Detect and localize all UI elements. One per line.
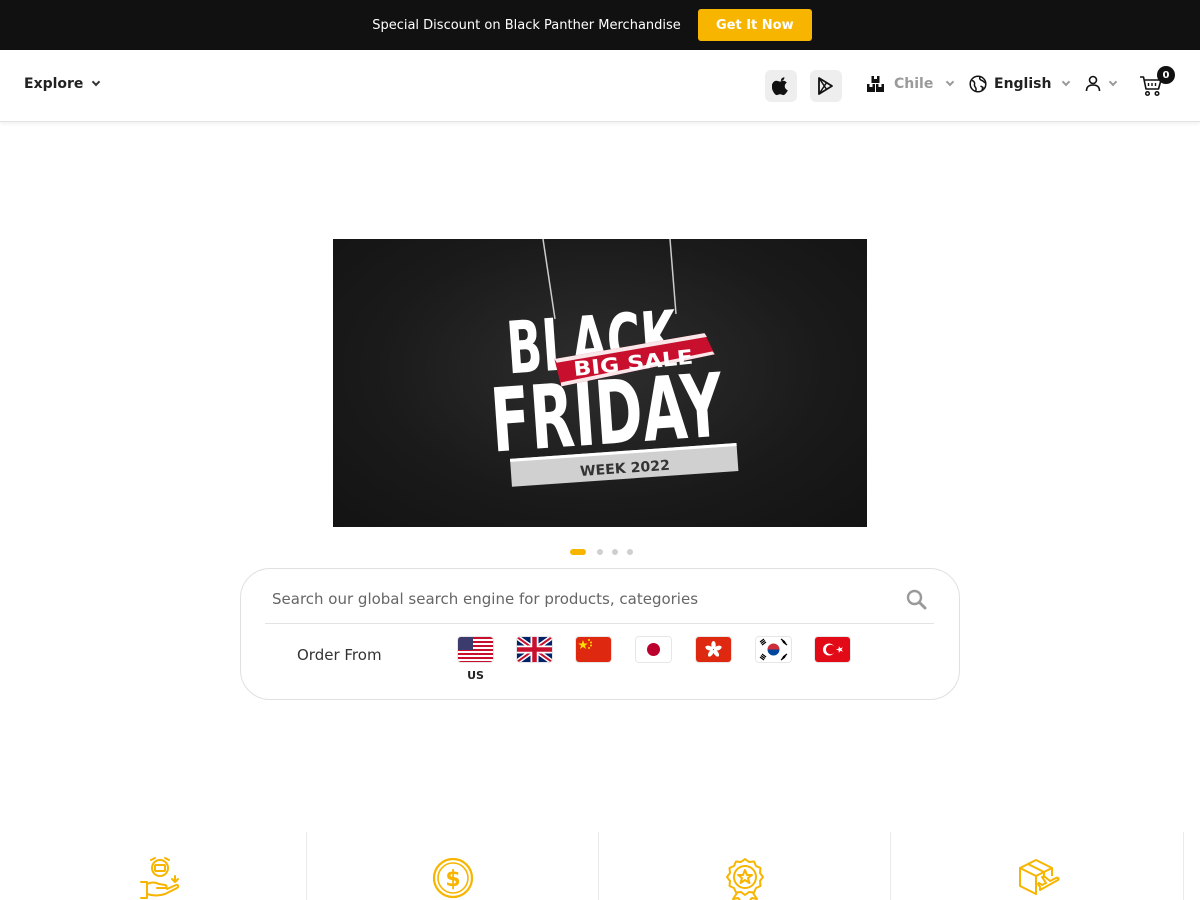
chevron-down-icon — [92, 77, 101, 87]
globe-icon — [969, 75, 987, 93]
carousel-dot[interactable] — [612, 549, 618, 555]
chevron-down-icon — [946, 77, 955, 87]
country-flag-uk[interactable] — [517, 637, 552, 662]
apple-icon — [772, 77, 788, 96]
explore-menu[interactable]: Explore — [24, 76, 101, 92]
china-flag-icon — [576, 637, 611, 662]
hand-money-icon — [139, 857, 179, 899]
us-flag-icon — [458, 637, 493, 662]
south-korea-flag-icon — [756, 637, 791, 662]
carousel-dot[interactable] — [597, 549, 603, 555]
google-play-button[interactable] — [810, 70, 842, 102]
country-flag-china[interactable] — [576, 637, 611, 662]
carousel-dots — [570, 549, 642, 555]
promo-bar: Special Discount on Black Panther Mercha… — [0, 0, 1200, 50]
header: Explore Chile English 0 — [0, 50, 1200, 122]
uk-flag-icon — [517, 637, 552, 662]
country-flag-turkey[interactable] — [815, 637, 850, 662]
search-divider — [265, 623, 934, 624]
svg-text:$: $ — [445, 867, 460, 892]
warehouse-icon — [867, 76, 884, 92]
feature-item — [892, 832, 1184, 900]
search-icon — [906, 589, 927, 610]
turkey-flag-icon — [815, 637, 850, 662]
feature-item — [599, 832, 891, 900]
order-from-label: Order From — [297, 646, 382, 664]
cart-count-badge: 0 — [1157, 66, 1175, 84]
black-friday-artwork: BLACK FRIDAY BIG SALE WEEK 2022 — [487, 239, 739, 487]
dollar-coin-icon: $ — [432, 857, 473, 899]
plane-box-icon — [1018, 859, 1060, 895]
explore-label: Explore — [24, 76, 84, 92]
chevron-down-icon — [1108, 77, 1118, 86]
carousel-dot[interactable] — [627, 549, 633, 555]
country-flag-us[interactable] — [458, 637, 493, 662]
hero-banner[interactable]: BLACK FRIDAY BIG SALE WEEK 2022 — [333, 239, 867, 527]
carousel-dot[interactable] — [570, 549, 586, 555]
country-flag-label: US — [467, 669, 484, 682]
country-flag-hong-kong[interactable] — [696, 637, 731, 662]
japan-flag-icon — [636, 637, 671, 662]
hong-kong-flag-icon — [696, 637, 731, 662]
country-flag-japan[interactable] — [636, 637, 671, 662]
country-label: Chile — [894, 76, 934, 92]
award-badge-icon — [725, 858, 764, 900]
language-selector[interactable]: English — [969, 75, 1071, 93]
search-button[interactable] — [906, 589, 927, 614]
country-flag-south-korea[interactable] — [756, 637, 791, 662]
language-label: English — [994, 76, 1052, 92]
feature-item: $ — [307, 832, 599, 900]
chevron-down-icon — [1062, 77, 1071, 87]
country-selector[interactable]: Chile — [866, 75, 955, 93]
app-store-button[interactable] — [765, 70, 797, 102]
feature-item — [15, 832, 307, 900]
user-icon — [1085, 75, 1101, 92]
google-play-icon — [818, 77, 833, 95]
promo-text: Special Discount on Black Panther Mercha… — [372, 17, 681, 33]
search-input[interactable] — [272, 588, 872, 610]
account-menu[interactable] — [1085, 75, 1118, 92]
get-it-now-button[interactable]: Get It Now — [697, 9, 812, 41]
